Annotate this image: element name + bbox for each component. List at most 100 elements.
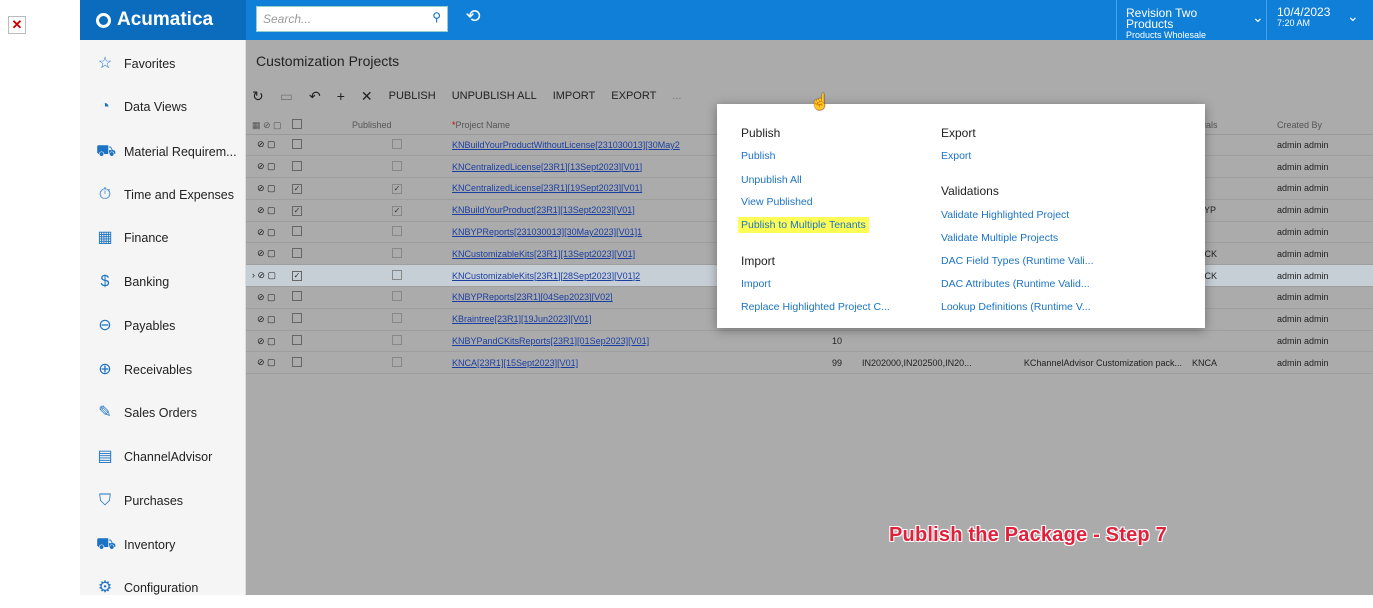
sidebar-item-label: Purchases [124, 494, 184, 508]
export-button[interactable]: EXPORT [611, 90, 656, 102]
select-all-checkbox[interactable] [286, 117, 346, 135]
menu-item-publish-to-multiple-tenants[interactable]: Publish to Multiple Tenants [738, 217, 869, 233]
dropdown-section-publish: Publish [741, 126, 781, 140]
brand-logo[interactable]: Acumatica [80, 0, 246, 40]
published-checkbox [346, 286, 446, 309]
column-published[interactable]: Published [346, 117, 446, 135]
row-icons: ⊘ ▢ [246, 286, 286, 309]
menu-item-dac-attributes[interactable]: DAC Attributes (Runtime Valid... [941, 278, 1090, 290]
menu-item-export[interactable]: Export [941, 150, 971, 162]
sidebar-item-purchases[interactable]: ⛉ Purchases [80, 481, 246, 521]
row-checkbox[interactable] [286, 351, 346, 375]
row-checkbox[interactable] [286, 221, 346, 244]
delete-icon[interactable]: ✕ [361, 88, 373, 105]
level-cell: 99 [826, 351, 856, 375]
project-name-link[interactable]: KNBYPandCKitsReports[23R1][01Sep2023][V0… [446, 330, 826, 353]
sidebar-item-label: ChannelAdvisor [124, 450, 213, 464]
row-checkbox[interactable]: ✓ [286, 199, 346, 222]
gear-icon: ⚙ [97, 579, 113, 596]
search-icon[interactable]: ⚲ [432, 10, 441, 24]
menu-item-publish[interactable]: Publish [741, 150, 775, 162]
screens-cell [856, 330, 996, 353]
menu-item-import[interactable]: Import [741, 278, 771, 290]
more-menu-button[interactable]: ... [672, 90, 681, 102]
initials-cell: KNCA [1186, 351, 1271, 375]
row-checkbox[interactable] [286, 134, 346, 157]
menu-item-lookup-definitions[interactable]: Lookup Definitions (Runtime V... [941, 301, 1091, 313]
project-name-link[interactable]: KNCA[23R1][15Sept2023][V01] [446, 351, 826, 375]
company-switcher[interactable]: Revision Two Products Products Wholesale… [1126, 6, 1264, 41]
created-by-cell: admin admin [1271, 155, 1373, 179]
menu-item-view-published[interactable]: View Published [741, 196, 813, 208]
brand-name: Acumatica [117, 9, 214, 30]
minus-circle-icon: ⊖ [98, 317, 112, 334]
truck-icon: ⛟ [96, 536, 117, 553]
column-created-by[interactable]: Created By [1271, 117, 1373, 135]
sidebar-item-label: Inventory [124, 538, 176, 552]
cart-plus-icon: ⛟ [96, 143, 117, 160]
more-actions-dropdown: Publish Publish Unpublish All View Publi… [717, 104, 1205, 328]
unpublish-all-button[interactable]: UNPUBLISH ALL [452, 90, 537, 102]
sidebar-item-channeladvisor[interactable]: ▤ ChannelAdvisor [80, 437, 246, 477]
row-checkbox[interactable] [286, 308, 346, 331]
menu-item-validate-highlighted-project[interactable]: Validate Highlighted Project [941, 209, 1069, 221]
sidebar-item-favorites[interactable]: ☆ Favorites [80, 44, 246, 84]
divider [1266, 0, 1267, 40]
chevron-down-icon: ⌄ [1252, 9, 1264, 25]
sidebar-item-material-requirements[interactable]: ⛟ Material Requirem... [80, 132, 246, 172]
date-time-switcher[interactable]: 10/4/2023 7:20 AM ⌄ [1277, 6, 1367, 29]
publish-button[interactable]: PUBLISH [389, 90, 436, 102]
row-icons: ⊘ ▢ [246, 134, 286, 157]
top-bar: Acumatica Search... ⚲ ⟲ Revision Two Prod… [80, 0, 1373, 40]
published-checkbox [346, 134, 446, 157]
sidebar-item-banking[interactable]: $ Banking [80, 262, 246, 302]
dollar-icon: $ [100, 273, 110, 290]
menu-item-unpublish-all[interactable]: Unpublish All [741, 174, 802, 186]
row-checkbox[interactable] [286, 155, 346, 179]
created-by-cell: admin admin [1271, 242, 1373, 266]
published-checkbox [346, 308, 446, 331]
row-icons: ⊘ ▢ [246, 242, 286, 266]
row-checkbox[interactable] [286, 286, 346, 309]
row-checkbox[interactable]: ✓ [286, 264, 346, 288]
sidebar-item-configuration[interactable]: ⚙ Configuration [80, 568, 246, 608]
history-icon[interactable]: ⟲ [458, 6, 488, 34]
table-row[interactable]: ⊘ ▢ KNCA[23R1][15Sept2023][V01] 99 IN202000… [246, 351, 1373, 375]
save-icon[interactable]: ▭ [280, 88, 293, 105]
refresh-icon[interactable]: ↻ [252, 88, 264, 105]
close-icon[interactable]: ✕ [8, 16, 26, 34]
level-cell: 10 [826, 330, 856, 353]
undo-icon[interactable]: ↶ [309, 88, 321, 105]
sidebar-item-label: Finance [124, 231, 169, 245]
sidebar-item-time-and-expenses[interactable]: ⏱ Time and Expenses [80, 175, 246, 215]
row-checkbox[interactable] [286, 330, 346, 353]
dropdown-section-import: Import [741, 254, 776, 268]
initials-cell [1186, 330, 1271, 353]
sidebar-item-label: Configuration [124, 581, 199, 595]
company-name: Revision Two Products [1126, 6, 1198, 31]
sidebar-item-payables[interactable]: ⊖ Payables [80, 306, 246, 346]
menu-item-validate-multiple-projects[interactable]: Validate Multiple Projects [941, 232, 1058, 244]
sidebar-item-receivables[interactable]: ⊕ Receivables [80, 350, 246, 390]
sidebar-item-finance[interactable]: ▦ Finance [80, 218, 246, 258]
row-checkbox[interactable] [286, 242, 346, 266]
sidebar-item-data-views[interactable]: ◔ Data Views [80, 87, 246, 127]
search-input[interactable]: Search... ⚲ [256, 6, 448, 32]
row-checkbox[interactable]: ✓ [286, 177, 346, 200]
edit-icon: ✎ [98, 404, 112, 421]
sidebar-item-inventory[interactable]: ⛟ Inventory [80, 525, 246, 565]
sidebar-item-label: Sales Orders [124, 406, 197, 420]
menu-item-dac-field-types[interactable]: DAC Field Types (Runtime Vali... [941, 255, 1094, 267]
created-by-cell: admin admin [1271, 199, 1373, 222]
sidebar-item-sales-orders[interactable]: ✎ Sales Orders [80, 393, 246, 433]
table-row[interactable]: ⊘ ▢ KNBYPandCKitsReports[23R1][01Sep2023]… [246, 330, 1373, 353]
menu-item-replace-highlighted-project[interactable]: Replace Highlighted Project C... [741, 301, 890, 313]
import-button[interactable]: IMPORT [553, 90, 596, 102]
sidebar-item-label: Time and Expenses [124, 188, 235, 202]
logo-icon [96, 12, 111, 28]
calculator-icon: ▦ [97, 229, 113, 246]
add-icon[interactable]: + [337, 88, 345, 104]
row-icons-header: ▦ ⊘ ▢ [246, 117, 286, 135]
stopwatch-icon: ⏱ [98, 186, 112, 203]
sidebar-item-label: Material Requirem... [124, 145, 237, 159]
